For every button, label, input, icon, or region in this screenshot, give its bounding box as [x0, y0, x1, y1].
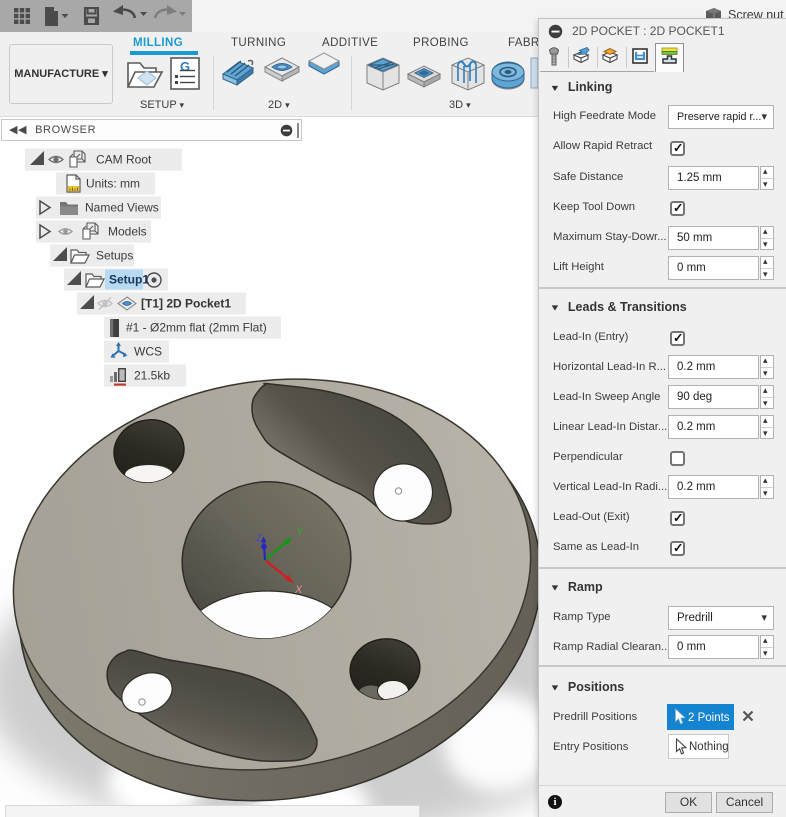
svg-text:G: G — [180, 59, 190, 74]
svg-text:Z: Z — [255, 533, 263, 544]
svg-text:Y: Y — [296, 526, 304, 538]
svg-text:[T1] 2D Pocket1: [T1] 2D Pocket1 — [141, 297, 231, 311]
svg-text:Setup1: Setup1 — [109, 273, 149, 287]
svg-text:CAM Root: CAM Root — [96, 153, 152, 167]
svg-text:Setups: Setups — [96, 249, 133, 263]
svg-text:Units: mm: Units: mm — [86, 177, 140, 191]
svg-text:Named Views: Named Views — [85, 201, 159, 215]
svg-text:X: X — [294, 584, 303, 596]
svg-text:Models: Models — [108, 225, 147, 239]
svg-text:#1 - Ø2mm flat (2mm Flat): #1 - Ø2mm flat (2mm Flat) — [126, 321, 267, 335]
svg-text:WCS: WCS — [134, 345, 162, 359]
svg-text:21.5kb: 21.5kb — [134, 369, 170, 383]
